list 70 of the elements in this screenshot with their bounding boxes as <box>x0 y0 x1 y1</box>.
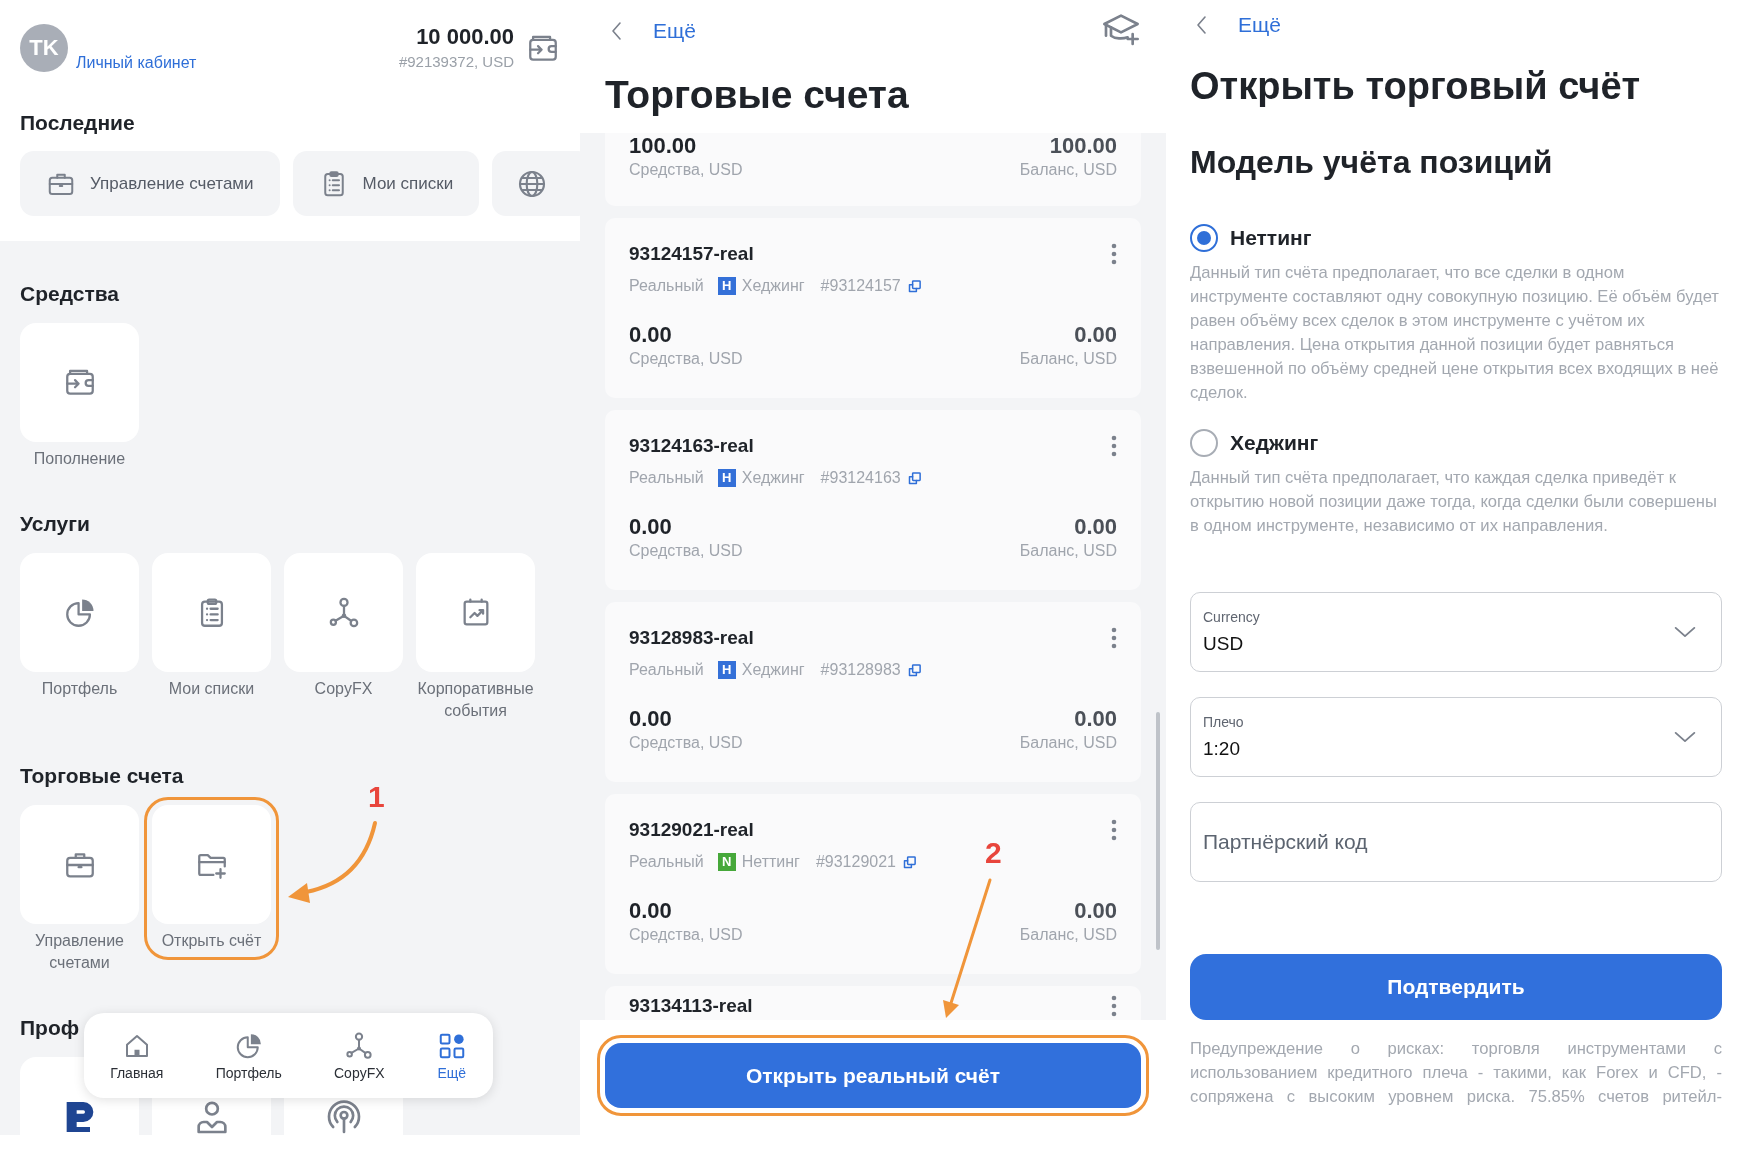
balance-amount: 0.00 <box>1074 322 1117 348</box>
tile-label: Корпоративные события <box>416 679 535 721</box>
account-type: Реальный <box>629 468 704 488</box>
tile-label: Пополнение <box>32 449 127 469</box>
funds-amount: 0.00 <box>629 322 673 348</box>
account-name: 93124157-real <box>629 242 754 266</box>
field-value: 1:20 <box>1203 737 1241 761</box>
funds-amount: 100.00 <box>629 133 698 159</box>
balance-label: Баланс, USD <box>1019 925 1117 945</box>
tile-label: Управление счетами <box>34 931 125 973</box>
account-mode: Хеджинг <box>741 660 805 680</box>
tile-label: Мои списки <box>167 679 256 699</box>
funds-label: Средства, USD <box>629 160 743 180</box>
account-number: #93124157 <box>820 276 901 296</box>
funds-label: Средства, USD <box>629 541 743 561</box>
funds-amount: 0.00 <box>629 706 673 732</box>
balance-label: Баланс, USD <box>1019 733 1117 753</box>
account-name: 93124163-real <box>629 434 754 458</box>
balance-amount: 10 000.00 <box>415 23 514 51</box>
page-title: Торговые счета <box>605 72 910 118</box>
balance-label: Баланс, USD <box>1019 160 1117 180</box>
account-type: Реальный <box>629 276 704 296</box>
tile-label: Открыть счёт <box>160 931 263 951</box>
field-label: Currency <box>1203 608 1261 627</box>
option-description: Данный тип счёта предполагает, что все сделки в одном инструменте составляют одну совокупную позицию. Её объём будет равен объёму всех сделок в этом инструменте с учётом их направления. Цена открытия данной позиции будет равняться взвешенной по объёму средней цене открытия всех входящих в неё сделок. <box>1190 262 1720 404</box>
risk-warning: Предупреждение о рисках: торговля инструментами с использованием кредитного плеча - такими, как Forex и CFD, - сопряжена с высоким уровнем риска. 75.85% счетов ритейл- <box>1190 1038 1722 1108</box>
tile-label: Портфель <box>40 679 119 699</box>
section-title: Услуги <box>20 511 91 537</box>
account-number: #93129021 <box>815 852 896 872</box>
option-label: Неттинг <box>1230 226 1312 250</box>
mode-badge: H <box>717 661 736 679</box>
section-title: Торговые счета <box>20 763 185 789</box>
step-number: 2 <box>985 836 1002 870</box>
account-mode: Хеджинг <box>741 468 805 488</box>
funds-label: Средства, USD <box>629 733 743 753</box>
balance-label: Баланс, USD <box>1019 349 1117 369</box>
mode-badge: N <box>717 853 736 871</box>
funds-label: Средства, USD <box>629 349 743 369</box>
account-type: Реальный <box>629 660 704 680</box>
section-title: Модель учёта позиций <box>1190 143 1554 181</box>
section-title: Последние <box>20 110 136 136</box>
funds-amount: 0.00 <box>629 514 673 540</box>
funds-amount: 0.00 <box>629 898 673 924</box>
section-title: Проф <box>20 1015 81 1041</box>
balance-amount: 100.00 <box>1049 133 1117 159</box>
page-title: Открыть торговый счёт <box>1190 64 1642 108</box>
balance-amount: 0.00 <box>1074 706 1117 732</box>
account-name: 93129021-real <box>629 818 754 842</box>
account-name: 93128983-real <box>629 626 754 650</box>
funds-label: Средства, USD <box>629 925 743 945</box>
field-label: Плечо <box>1203 713 1245 732</box>
account-name: 93134113-real <box>629 994 753 1018</box>
step-number: 1 <box>368 780 385 814</box>
avatar: TK <box>20 24 68 72</box>
account-number: #93128983 <box>820 660 901 680</box>
account-mode: Неттинг <box>741 852 800 872</box>
mode-badge: H <box>717 277 736 295</box>
option-description: Данный тип счёта предполагает, что каждая сделка приведёт к открытию новой позиции даже тогда, когда сделки были совершены в одном инструменте, независимо от их направления. <box>1190 467 1718 537</box>
balance-label: Баланс, USD <box>1019 541 1117 561</box>
option-label: Хеджинг <box>1230 431 1319 455</box>
mode-badge: H <box>717 469 736 487</box>
account-type: Реальный <box>629 852 704 872</box>
balance-amount: 0.00 <box>1074 514 1117 540</box>
balance-amount: 0.00 <box>1074 898 1117 924</box>
tile-label: CopyFX <box>313 679 374 699</box>
section-title: Средства <box>20 281 120 307</box>
account-number: #92139372, USD <box>398 52 514 72</box>
account-number: #93124163 <box>820 468 901 488</box>
field-value: USD <box>1203 632 1245 656</box>
account-mode: Хеджинг <box>741 276 805 296</box>
